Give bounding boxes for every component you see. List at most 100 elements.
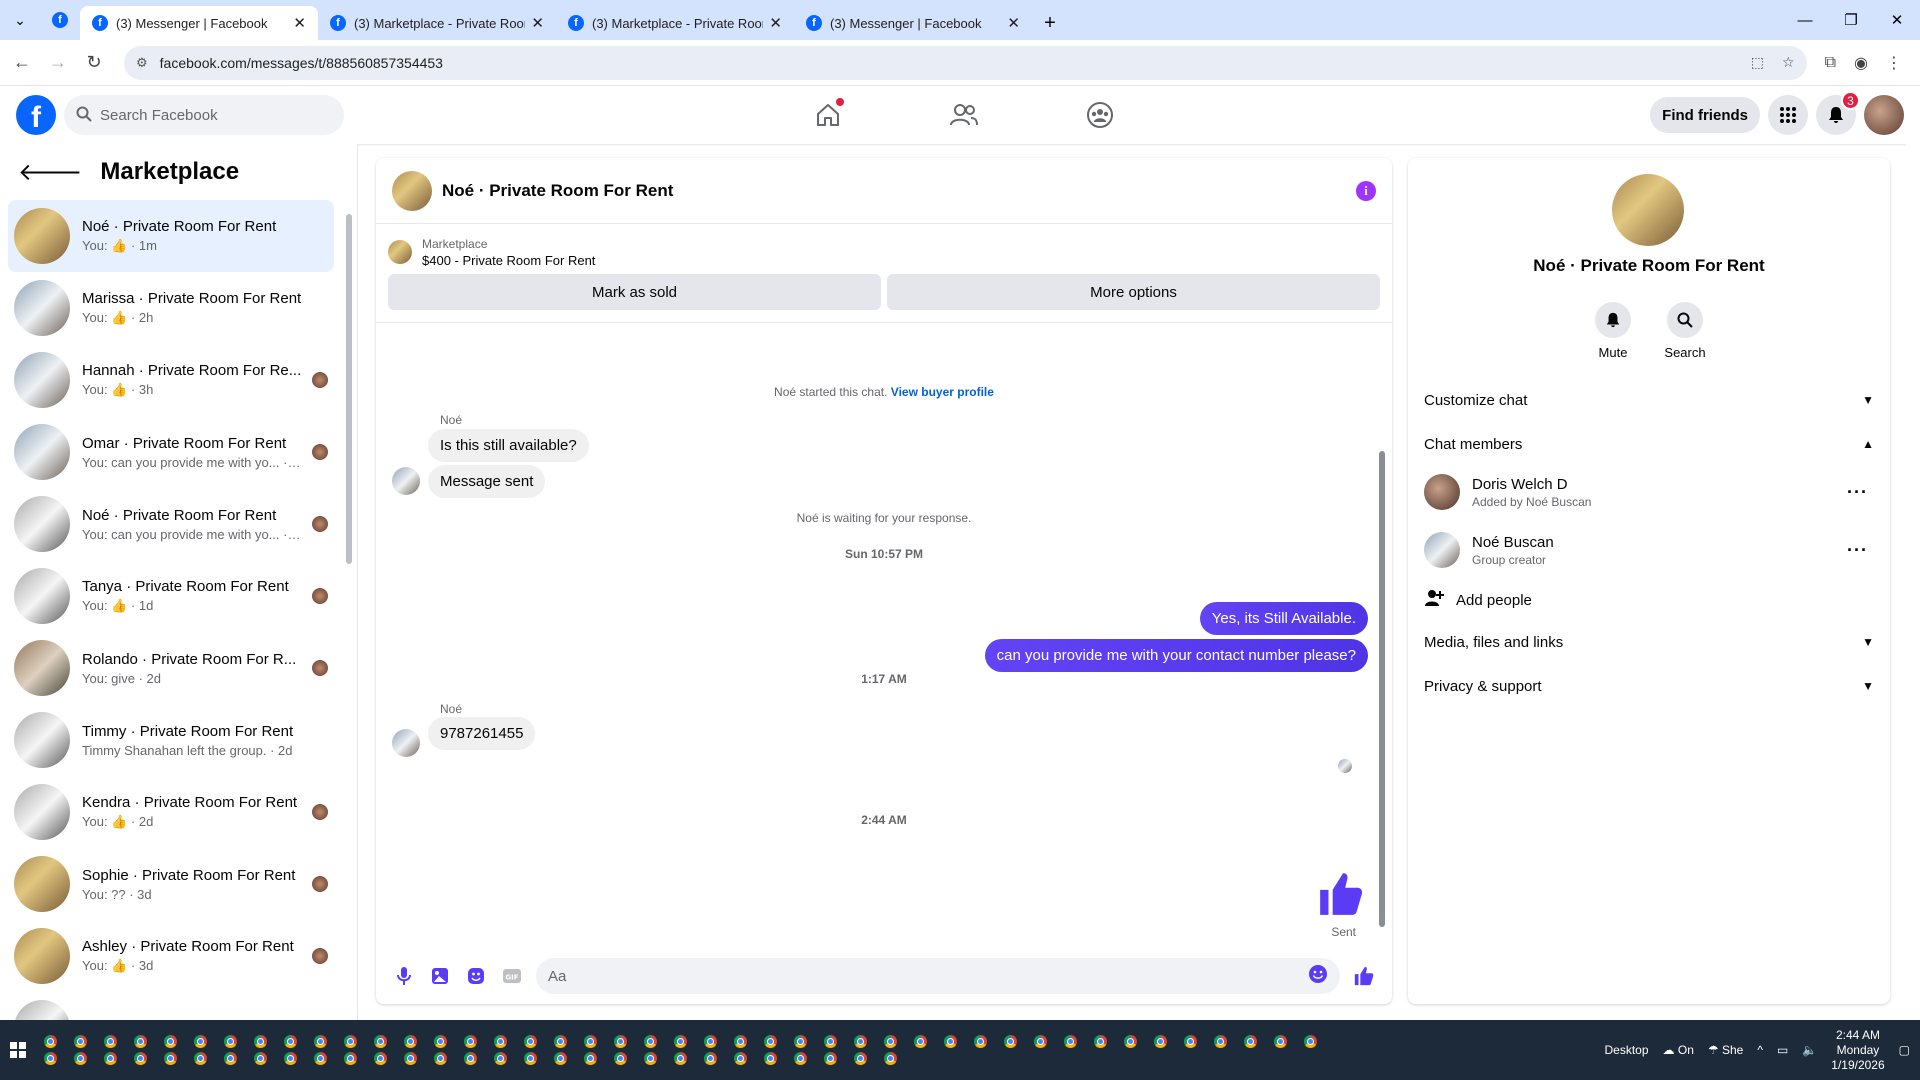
conversation-item[interactable]: Rolando · Private Room For R... You: give…: [8, 632, 334, 704]
notifications-button[interactable]: 3: [1816, 91, 1860, 135]
conversation-item[interactable]: Bella · Private Room For Rent: [8, 992, 334, 1020]
chrome-taskbar-icon[interactable]: [194, 1035, 207, 1048]
chrome-taskbar-icon[interactable]: [104, 1035, 117, 1048]
friends-tab[interactable]: [896, 86, 1032, 144]
menu-grid-button[interactable]: [1768, 95, 1808, 135]
weather-icon[interactable]: ☂ She: [1708, 1043, 1743, 1057]
conversation-item[interactable]: Timmy · Private Room For Rent Timmy Shana…: [8, 704, 334, 776]
chat-members-section[interactable]: Chat members ▲: [1424, 422, 1874, 466]
gif-icon[interactable]: GIF: [494, 958, 530, 994]
chrome-taskbar-icon[interactable]: [224, 1035, 237, 1048]
chat-title[interactable]: Noé · Private Room For Rent: [442, 181, 673, 201]
view-buyer-profile-link[interactable]: View buyer profile: [891, 385, 994, 399]
chrome-taskbar-icon[interactable]: [614, 1035, 627, 1048]
chrome-taskbar-icon[interactable]: [734, 1035, 747, 1048]
scrollbar-thumb[interactable]: [1379, 451, 1385, 927]
chrome-taskbar-icon[interactable]: [614, 1052, 627, 1065]
search-facebook-input[interactable]: Search Facebook: [64, 95, 344, 135]
chrome-taskbar-icon[interactable]: [824, 1052, 837, 1065]
profile-icon[interactable]: ◉: [1854, 53, 1868, 73]
new-tab-button[interactable]: +: [1032, 6, 1068, 40]
incoming-message[interactable]: Message sent: [428, 465, 546, 498]
chrome-taskbar-icon[interactable]: [644, 1052, 657, 1065]
chrome-taskbar-icon[interactable]: [794, 1035, 807, 1048]
chrome-taskbar-icon[interactable]: [254, 1052, 267, 1065]
privacy-support-section[interactable]: Privacy & support ▼: [1424, 664, 1874, 708]
chrome-taskbar-icon[interactable]: [854, 1052, 867, 1065]
account-avatar[interactable]: [1864, 95, 1904, 135]
conversation-item[interactable]: Noé · Private Room For Rent You: can you …: [8, 488, 334, 560]
chrome-taskbar-icon[interactable]: [464, 1035, 477, 1048]
member-row[interactable]: Noé Buscan Group creator ···: [1424, 522, 1874, 578]
chrome-taskbar-icon[interactable]: [434, 1035, 447, 1048]
extensions-icon[interactable]: ⧉: [1825, 54, 1836, 72]
conversation-item[interactable]: Noé · Private Room For Rent You: 👍 · 1m: [8, 200, 334, 272]
incoming-message[interactable]: 9787261455: [428, 717, 536, 750]
facebook-logo[interactable]: f: [16, 95, 56, 135]
conversation-item[interactable]: Ashley · Private Room For Rent You: 👍 · 3…: [8, 920, 334, 992]
sticker-icon[interactable]: [458, 958, 494, 994]
chrome-taskbar-icon[interactable]: [764, 1035, 777, 1048]
chrome-taskbar-icon[interactable]: [134, 1052, 147, 1065]
scrollbar-thumb[interactable]: [346, 214, 352, 564]
emoji-icon[interactable]: [1308, 964, 1328, 988]
more-options-button[interactable]: More options: [887, 274, 1380, 310]
chrome-taskbar-icon[interactable]: [1064, 1035, 1077, 1048]
close-tab-icon[interactable]: ✕: [531, 14, 544, 32]
install-app-icon[interactable]: ⬚: [1751, 54, 1764, 71]
chrome-taskbar-icon[interactable]: [1094, 1035, 1107, 1048]
network-icon[interactable]: ▭: [1777, 1043, 1788, 1057]
chrome-taskbar-icon[interactable]: [344, 1052, 357, 1065]
chat-scrollbar[interactable]: [1378, 333, 1386, 943]
chevron-up-icon[interactable]: ^: [1757, 1043, 1763, 1057]
chrome-taskbar-icon[interactable]: [164, 1052, 177, 1065]
sent-like-thumbs-up-icon[interactable]: [1316, 869, 1366, 924]
chrome-taskbar-icon[interactable]: [434, 1052, 447, 1065]
chrome-taskbar-icon[interactable]: [134, 1035, 147, 1048]
chrome-taskbar-icon[interactable]: [494, 1035, 507, 1048]
site-info-icon[interactable]: ⚙: [136, 55, 148, 71]
info-icon[interactable]: i: [1356, 180, 1376, 201]
chrome-taskbar-icon[interactable]: [764, 1052, 777, 1065]
chrome-taskbar-icon[interactable]: [1034, 1035, 1047, 1048]
chrome-taskbar-icon[interactable]: [164, 1035, 177, 1048]
clock[interactable]: 2:44 AM Monday 1/19/2026: [1831, 1028, 1884, 1073]
windows-start-icon[interactable]: [0, 1020, 36, 1080]
conversation-item[interactable]: Marissa · Private Room For Rent You: 👍 · …: [8, 272, 334, 344]
chrome-taskbar-icon[interactable]: [224, 1052, 237, 1065]
page-scrollbar[interactable]: [1906, 86, 1920, 1020]
chrome-taskbar-icon[interactable]: [704, 1052, 717, 1065]
more-options-icon[interactable]: ···: [1847, 540, 1874, 561]
volume-icon[interactable]: 🔈: [1802, 1043, 1817, 1057]
conversation-item[interactable]: Kendra · Private Room For Rent You: 👍 · 2…: [8, 776, 334, 848]
chrome-taskbar-icon[interactable]: [374, 1052, 387, 1065]
customize-chat-section[interactable]: Customize chat ▼: [1424, 378, 1874, 422]
chrome-taskbar-icon[interactable]: [284, 1052, 297, 1065]
onedrive-icon[interactable]: ☁ On: [1663, 1043, 1694, 1057]
bookmark-star-icon[interactable]: ☆: [1782, 54, 1795, 71]
chrome-taskbar-icon[interactable]: [1244, 1035, 1257, 1048]
voice-clip-icon[interactable]: [386, 958, 422, 994]
chrome-taskbar-icon[interactable]: [914, 1035, 927, 1048]
chrome-taskbar-icon[interactable]: [254, 1035, 267, 1048]
pinned-facebook-tab[interactable]: f: [40, 0, 80, 40]
chrome-taskbar-icon[interactable]: [674, 1052, 687, 1065]
close-tab-icon[interactable]: ✕: [769, 14, 782, 32]
chrome-taskbar-icon[interactable]: [404, 1052, 417, 1065]
chrome-taskbar-icon[interactable]: [674, 1035, 687, 1048]
show-desktop-label[interactable]: Desktop: [1604, 1043, 1648, 1057]
member-row[interactable]: Doris Welch D Added by Noé Buscan ···: [1424, 464, 1874, 520]
add-people-button[interactable]: Add people: [1424, 582, 1532, 618]
media-files-links-section[interactable]: Media, files and links ▼: [1424, 620, 1874, 664]
chrome-taskbar-icon[interactable]: [284, 1035, 297, 1048]
minimize-icon[interactable]: —: [1782, 0, 1828, 40]
chrome-taskbar-icon[interactable]: [704, 1035, 717, 1048]
chrome-taskbar-icon[interactable]: [944, 1035, 957, 1048]
chrome-taskbar-icon[interactable]: [374, 1035, 387, 1048]
browser-tab-2[interactable]: f (3) Marketplace - Private Room ✕: [318, 6, 556, 40]
chrome-taskbar-icon[interactable]: [884, 1052, 897, 1065]
chrome-taskbar-icon[interactable]: [584, 1035, 597, 1048]
chrome-taskbar-icon[interactable]: [1304, 1035, 1317, 1048]
chrome-taskbar-icon[interactable]: [524, 1052, 537, 1065]
chrome-taskbar-icon[interactable]: [524, 1035, 537, 1048]
